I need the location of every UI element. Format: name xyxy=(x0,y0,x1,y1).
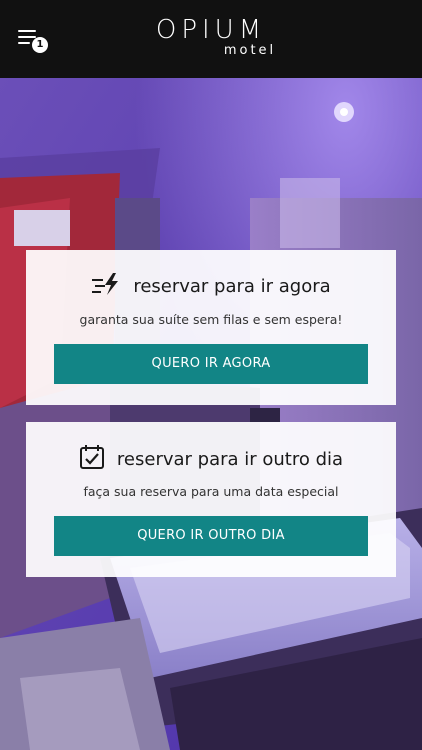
book-another-day-title-row: reservar para ir outro dia xyxy=(26,444,396,474)
book-now-card: reservar para ir agora garanta sua suíte… xyxy=(26,250,396,405)
fast-lightning-icon xyxy=(91,272,121,300)
book-another-day-card: reservar para ir outro dia faça sua rese… xyxy=(26,422,396,577)
top-bar: 1 OPIUM motel xyxy=(0,0,422,78)
book-now-title: reservar para ir agora xyxy=(133,275,331,297)
book-another-day-button[interactable]: QUERO IR OUTRO DIA xyxy=(54,516,368,556)
book-now-button[interactable]: QUERO IR AGORA xyxy=(54,344,368,384)
logo-main-text: OPIUM xyxy=(155,15,267,45)
background-photo xyxy=(0,78,422,750)
book-another-day-title: reservar para ir outro dia xyxy=(116,448,344,470)
book-now-subtitle: garanta sua suíte sem filas e sem espera… xyxy=(79,312,343,327)
logo-sub-text: motel xyxy=(223,43,277,58)
book-another-day-subtitle: faça sua reserva para uma data especial xyxy=(83,484,339,499)
brand-logo: OPIUM motel xyxy=(0,16,422,58)
calendar-check-icon xyxy=(79,444,105,474)
book-now-title-row: reservar para ir agora xyxy=(26,272,396,300)
